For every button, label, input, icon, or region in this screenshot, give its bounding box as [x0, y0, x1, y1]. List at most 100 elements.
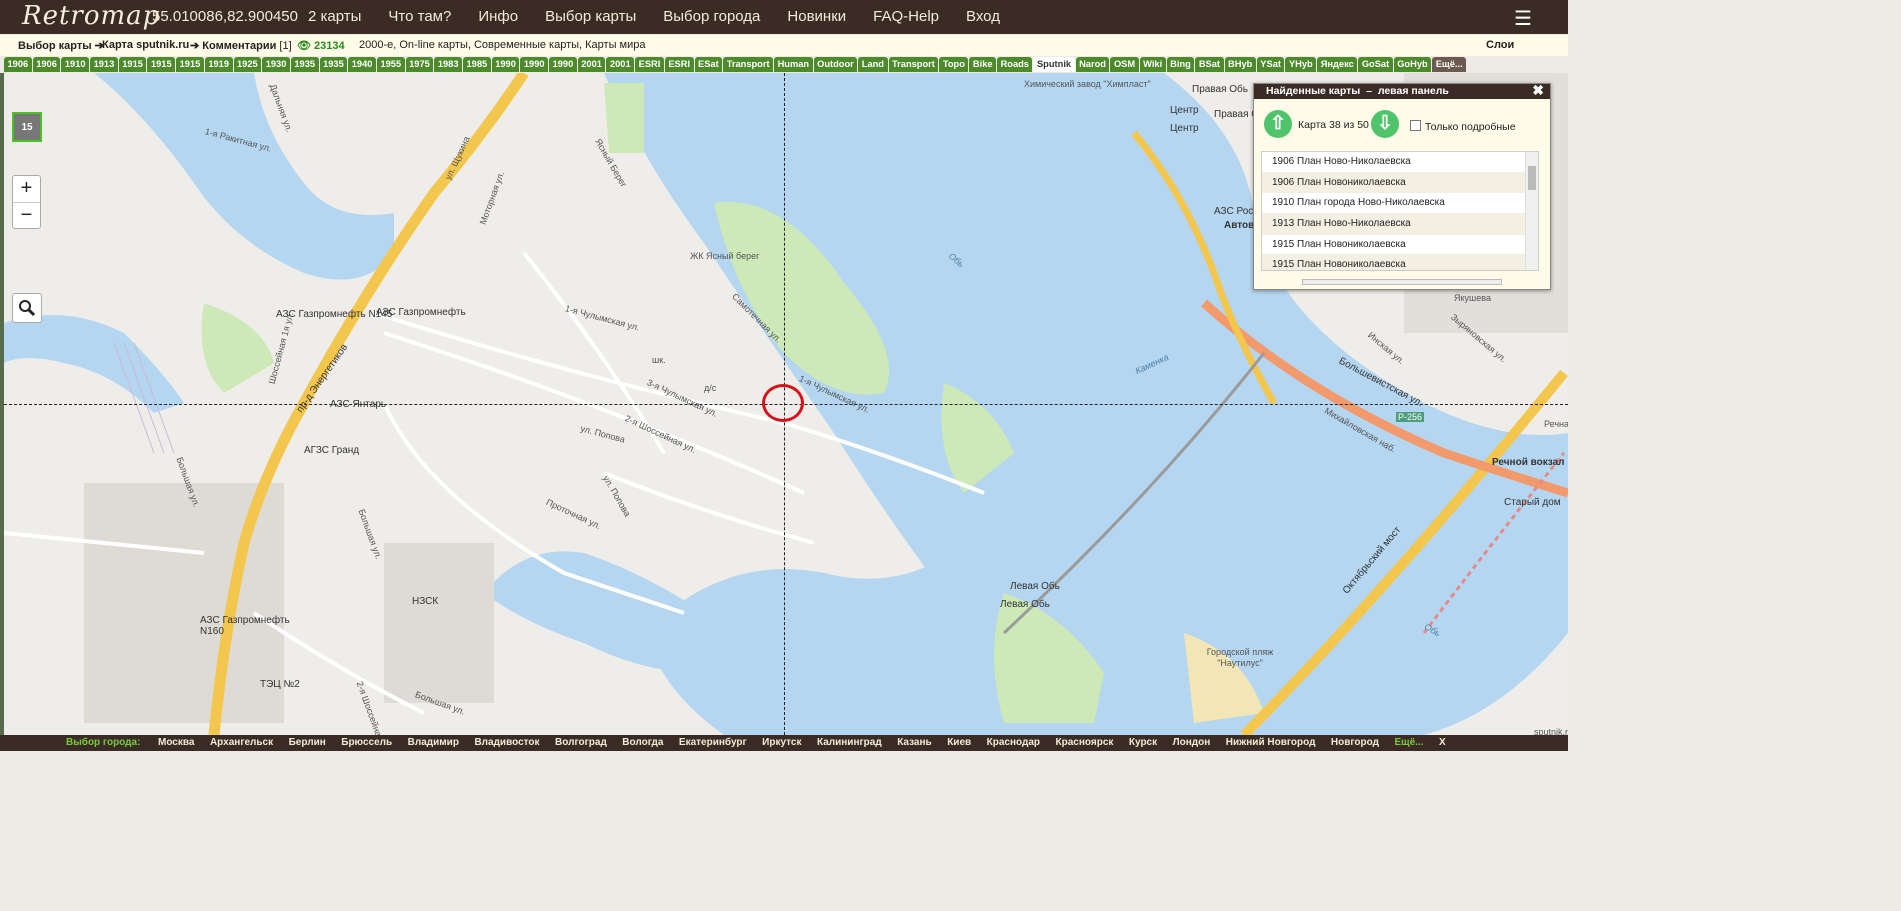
nav-choose-map[interactable]: Выбор карты [545, 8, 636, 25]
tab-narod[interactable]: Narod [1075, 57, 1110, 72]
tab-1930[interactable]: 1930 [262, 57, 290, 72]
arrow-down-icon[interactable]: ⇩ [1371, 110, 1399, 138]
city-link[interactable]: Вологда [622, 737, 663, 748]
tab-1990[interactable]: 1990 [491, 57, 520, 72]
tab-1935[interactable]: 1935 [290, 57, 319, 72]
tab-1990[interactable]: 1990 [520, 57, 549, 72]
list-item[interactable]: 1910 План города Ново-Николаевска [1262, 193, 1538, 215]
map-attribution[interactable]: sputnik.ru [1534, 727, 1568, 735]
hamburger-menu-icon[interactable]: ☰ [1514, 6, 1532, 30]
tab-1915[interactable]: 1915 [118, 57, 147, 72]
tab-1985[interactable]: 1985 [463, 57, 491, 72]
nav-whats-there[interactable]: Что там? [388, 8, 451, 25]
city-link[interactable]: Киев [947, 737, 971, 748]
tab-1925[interactable]: 1925 [233, 57, 262, 72]
list-item[interactable]: 1915 План Новониколаевска [1262, 235, 1538, 256]
only-detailed-checkbox[interactable]: Только подробные [1410, 120, 1516, 133]
layers-button[interactable]: Слои [1486, 39, 1514, 51]
tab-bsat[interactable]: BSat [1195, 57, 1224, 72]
tab-1910[interactable]: 1910 [61, 57, 90, 72]
tab-wiki[interactable]: Wiki [1139, 57, 1166, 72]
panel-header[interactable]: Найденные карты – левая панель ✖ [1254, 83, 1550, 99]
tab-1915[interactable]: 1915 [147, 57, 176, 72]
city-link[interactable]: Иркутск [762, 737, 801, 748]
tab-1906[interactable]: 1906 [32, 57, 61, 72]
breadcrumb-map-source[interactable]: Карта sputnik.ru [102, 39, 189, 51]
more-cities-link[interactable]: Ещё... [1394, 737, 1423, 748]
tab-1940[interactable]: 1940 [348, 57, 376, 72]
search-button[interactable] [12, 293, 42, 323]
city-link[interactable]: Краснодар [987, 737, 1040, 748]
nav-login[interactable]: Вход [966, 8, 1000, 25]
close-icon[interactable]: ✖ [1532, 83, 1544, 98]
tab-esri[interactable]: ESRI [635, 57, 664, 72]
tab-яндекс[interactable]: Яндекс [1317, 57, 1358, 72]
tab-transport[interactable]: Transport [888, 57, 939, 72]
zoom-in-button[interactable]: + [13, 176, 40, 202]
city-link[interactable]: Екатеринбург [679, 737, 747, 748]
list-item[interactable]: 1915 План Новониколаевска [1262, 255, 1538, 270]
tab-esri[interactable]: ESRI [664, 57, 694, 72]
tab-transport[interactable]: Transport [723, 57, 774, 72]
nav-info[interactable]: Инфо [478, 8, 518, 25]
tab-1906[interactable]: 1906 [4, 57, 32, 72]
tab-1983[interactable]: 1983 [434, 57, 462, 72]
tab-gosat[interactable]: GoSat [1358, 57, 1393, 72]
tab-2001[interactable]: 2001 [577, 57, 606, 72]
tab-osm[interactable]: OSM [1110, 57, 1139, 72]
horizontal-scrollbar[interactable] [1302, 279, 1502, 285]
tab-1975[interactable]: 1975 [405, 57, 434, 72]
city-link[interactable]: Владимир [408, 737, 459, 748]
tab-1955[interactable]: 1955 [376, 57, 405, 72]
city-link[interactable]: Казань [897, 737, 932, 748]
city-link[interactable]: Волгоград [555, 737, 607, 748]
tab-outdoor[interactable]: Outdoor [813, 57, 858, 72]
list-item[interactable]: 1906 План Новониколаевска [1262, 172, 1538, 194]
city-link[interactable]: Курск [1129, 737, 1157, 748]
tab-roads[interactable]: Roads [997, 57, 1033, 72]
city-link[interactable]: Брюссель [341, 737, 392, 748]
tab-yhyb[interactable]: YHyb [1285, 57, 1317, 72]
tab-1990[interactable]: 1990 [549, 57, 577, 72]
tab-sputnik[interactable]: Sputnik [1033, 57, 1075, 72]
tab-land[interactable]: Land [858, 57, 888, 72]
tab-gohyb[interactable]: GoHyb [1393, 57, 1432, 72]
scrollbar-thumb[interactable] [1528, 166, 1536, 190]
tab-ещ-[interactable]: Ещё... [1432, 57, 1467, 72]
breadcrumb-choose-map[interactable]: Выбор карты [18, 40, 92, 52]
tab-bing[interactable]: Bing [1166, 57, 1195, 72]
tab-2001[interactable]: 2001 [606, 57, 635, 72]
map-tags[interactable]: 2000-е, On-line карты, Современные карты… [359, 39, 645, 51]
nav-choose-city[interactable]: Выбор города [663, 8, 760, 25]
zoom-out-button[interactable]: − [13, 202, 40, 229]
close-city-bar-button[interactable]: X [1439, 737, 1446, 748]
city-link[interactable]: Красноярск [1056, 737, 1114, 748]
city-link[interactable]: Лондон [1173, 737, 1211, 748]
list-item[interactable]: 1913 План Ново-Николаевска [1262, 214, 1538, 235]
city-link[interactable]: Берлин [289, 737, 326, 748]
nav-faq[interactable]: FAQ-Help [873, 8, 939, 25]
city-link[interactable]: Москва [158, 737, 194, 748]
tab-bike[interactable]: Bike [969, 57, 997, 72]
city-link[interactable]: Владивосток [474, 737, 539, 748]
tab-1915[interactable]: 1915 [176, 57, 204, 72]
tab-topo[interactable]: Topo [939, 57, 969, 72]
nav-news[interactable]: Новинки [787, 8, 846, 25]
checkbox-icon[interactable] [1410, 120, 1421, 131]
tab-1913[interactable]: 1913 [90, 57, 118, 72]
city-link[interactable]: Калининград [817, 737, 882, 748]
tab-1919[interactable]: 1919 [204, 57, 233, 72]
city-link[interactable]: Новгород [1331, 737, 1379, 748]
nav-two-maps[interactable]: 2 карты [308, 8, 361, 25]
tab-esat[interactable]: ESat [694, 57, 723, 72]
list-scrollbar[interactable] [1525, 152, 1538, 270]
city-link[interactable]: Архангельск [210, 737, 273, 748]
tab-bhyb[interactable]: BHyb [1224, 57, 1256, 72]
tab-1935[interactable]: 1935 [319, 57, 348, 72]
arrow-up-icon[interactable]: ⇧ [1264, 110, 1292, 138]
tab-ysat[interactable]: YSat [1256, 57, 1285, 72]
tab-human[interactable]: Human [774, 57, 813, 72]
list-item[interactable]: 1906 План Ново-Николаевска [1262, 152, 1538, 173]
city-link[interactable]: Нижний Новгород [1226, 737, 1316, 748]
site-logo[interactable]: Retromap [22, 1, 160, 31]
